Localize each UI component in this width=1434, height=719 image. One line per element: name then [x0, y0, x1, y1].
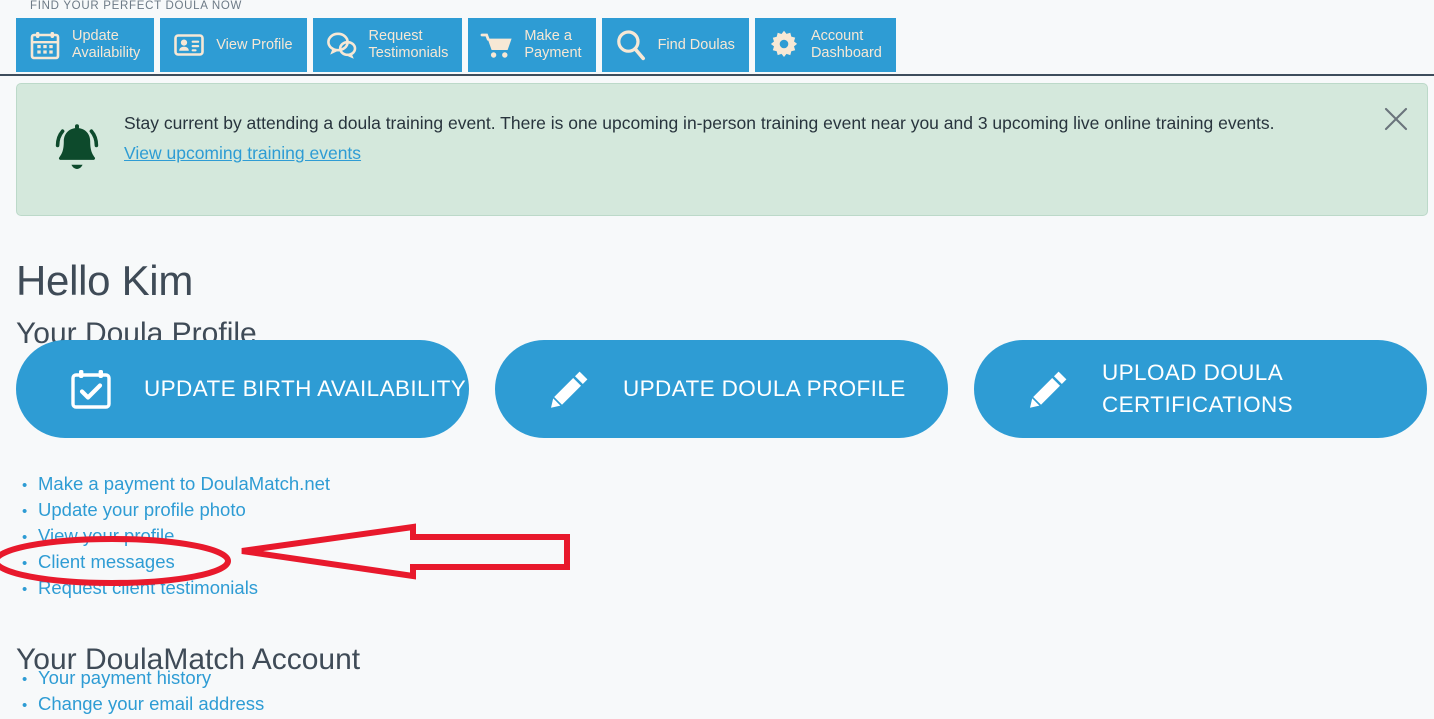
- nav-button-request-testimonials[interactable]: Request Testimonials: [312, 18, 463, 72]
- nav-button-view-profile[interactable]: View Profile: [160, 18, 307, 72]
- profile-links-list: • Make a payment to DoulaMatch.net • Upd…: [22, 471, 330, 601]
- nav-button-label: Find Doulas: [657, 36, 735, 53]
- view-training-events-link[interactable]: View upcoming training events: [124, 139, 361, 167]
- page-title: Hello Kim: [16, 257, 194, 305]
- cta-label: UPDATE DOULA PROFILE: [623, 376, 906, 401]
- list-item[interactable]: • Client messages: [22, 549, 330, 575]
- site-tagline: FIND YOUR PERFECT DOULA NOW: [30, 0, 243, 12]
- nav-button-label: Request Testimonials: [368, 28, 449, 61]
- nav-button-label: Make a Payment: [524, 28, 582, 61]
- update-doula-profile-button[interactable]: UPDATE DOULA PROFILE: [495, 340, 948, 438]
- link-payment-history[interactable]: Your payment history: [38, 665, 211, 691]
- account-links-list: • Your payment history • Change your ema…: [22, 665, 264, 717]
- search-icon: [614, 28, 648, 62]
- link-client-messages[interactable]: Client messages: [38, 549, 175, 575]
- list-item[interactable]: • Request client testimonials: [22, 575, 330, 601]
- banner-message: Stay current by attending a doula traini…: [124, 113, 1275, 133]
- calendar-icon: [28, 28, 62, 62]
- bullet-icon: •: [22, 581, 28, 598]
- bullet-icon: •: [22, 503, 28, 520]
- close-icon[interactable]: [1383, 106, 1409, 132]
- link-update-profile-photo[interactable]: Update your profile photo: [38, 497, 246, 523]
- nav-button-label: Account Dashboard: [810, 28, 882, 61]
- link-change-email-address[interactable]: Change your email address: [38, 691, 264, 717]
- bullet-icon: •: [22, 477, 28, 494]
- banner-message-wrapper: Stay current by attending a doula traini…: [124, 109, 1369, 167]
- pencil-icon: [547, 366, 593, 412]
- bullet-icon: •: [22, 697, 28, 714]
- bullet-icon: •: [22, 529, 28, 546]
- cta-label: UPDATE BIRTH AVAILABILITY: [144, 376, 467, 401]
- nav-button-update-availability[interactable]: Update Availability: [16, 18, 155, 72]
- training-notification-banner: Stay current by attending a doula traini…: [16, 83, 1428, 216]
- calendar-check-icon: [68, 366, 114, 412]
- gear-icon: [767, 28, 801, 62]
- link-request-client-testimonials[interactable]: Request client testimonials: [38, 575, 258, 601]
- nav-button-label: View Profile: [216, 36, 293, 53]
- list-item[interactable]: • Update your profile photo: [22, 497, 330, 523]
- cta-label: UPLOAD DOULA CERTIFICATIONS: [1102, 360, 1294, 417]
- nav-button-make-a-payment[interactable]: Make a Payment: [468, 18, 596, 72]
- id-card-icon: [172, 28, 206, 62]
- pencil-icon: [1026, 366, 1072, 412]
- upload-doula-certifications-button[interactable]: UPLOAD DOULA CERTIFICATIONS: [974, 340, 1427, 438]
- top-navigation: Update Availability View Profile Request: [16, 18, 896, 72]
- bullet-icon: •: [22, 671, 28, 688]
- nav-button-label: Update Availability: [72, 28, 141, 61]
- shopping-cart-icon: [480, 28, 514, 62]
- bell-icon: [44, 116, 110, 182]
- link-make-a-payment[interactable]: Make a payment to DoulaMatch.net: [38, 471, 330, 497]
- update-birth-availability-button[interactable]: UPDATE BIRTH AVAILABILITY: [16, 340, 469, 438]
- list-item[interactable]: • Change your email address: [22, 691, 264, 717]
- link-view-your-profile[interactable]: View your profile: [38, 523, 174, 549]
- bullet-icon: •: [22, 555, 28, 572]
- nav-button-account-dashboard[interactable]: Account Dashboard: [754, 18, 896, 72]
- speech-bubbles-icon: [325, 28, 359, 62]
- nav-button-find-doulas[interactable]: Find Doulas: [601, 18, 749, 72]
- nav-divider: [0, 74, 1434, 76]
- list-item[interactable]: • Your payment history: [22, 665, 264, 691]
- list-item[interactable]: • Make a payment to DoulaMatch.net: [22, 471, 330, 497]
- primary-action-buttons: UPDATE BIRTH AVAILABILITY UPDATE DOULA P…: [16, 340, 1427, 438]
- list-item[interactable]: • View your profile: [22, 523, 330, 549]
